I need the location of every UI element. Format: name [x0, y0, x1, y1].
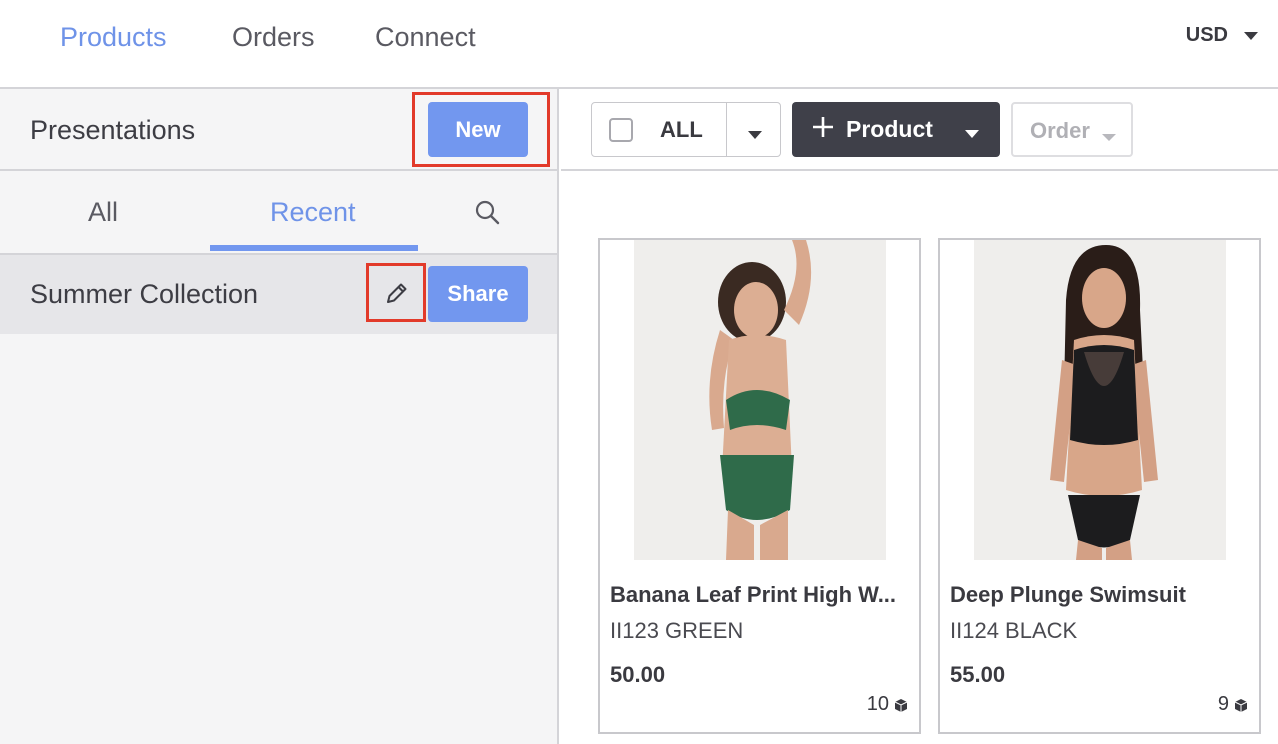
chevron-down-icon: [1244, 31, 1258, 40]
product-sku: II124 BLACK: [950, 618, 1078, 643]
product-image: [634, 240, 886, 560]
select-all-menu-button[interactable]: [748, 126, 762, 144]
stock-count: 10: [866, 693, 889, 715]
currency-label: USD: [1185, 24, 1228, 46]
tab-recent[interactable]: Recent: [270, 197, 356, 228]
box-icon: [1234, 698, 1248, 712]
presentation-row[interactable]: Summer Collection Share: [0, 253, 557, 334]
product-name: Banana Leaf Print High W...: [610, 582, 897, 607]
currency-selector[interactable]: USD: [1186, 24, 1258, 47]
product-menu-button[interactable]: [965, 125, 979, 143]
presentations-sidebar: Presentations New All Recent Summer Coll…: [0, 89, 559, 744]
highlight-box: [412, 92, 550, 167]
product-card[interactable]: Deep Plunge Swimsuit II124 BLACK 55.00 9: [938, 238, 1261, 734]
top-nav: Products Orders Connect USD: [0, 0, 1278, 89]
search-icon[interactable]: [474, 199, 502, 227]
active-tab-indicator: [210, 245, 418, 251]
product-name: Deep Plunge Swimsuit: [950, 582, 1186, 607]
checkbox-icon[interactable]: [609, 118, 633, 142]
product-image: [974, 240, 1226, 560]
chevron-down-icon: [1102, 128, 1116, 146]
highlight-box: [366, 263, 426, 322]
nav-orders[interactable]: Orders: [232, 22, 315, 53]
product-stock: 10: [867, 693, 909, 716]
product-stock: 9: [1218, 693, 1249, 716]
presentation-name: Summer Collection: [30, 279, 259, 309]
plus-icon: [813, 117, 833, 137]
add-product-button[interactable]: Product: [792, 102, 1000, 157]
chevron-down-icon: [965, 130, 979, 138]
add-product-label: Product: [846, 116, 933, 142]
tab-all[interactable]: All: [88, 197, 118, 228]
sidebar-header: Presentations New: [0, 89, 557, 171]
product-toolbar: ALL Product Order: [561, 89, 1278, 171]
select-all-dropdown: ALL: [591, 102, 781, 157]
share-button[interactable]: Share: [428, 266, 528, 322]
nav-connect[interactable]: Connect: [375, 22, 476, 53]
product-price: 50.00: [610, 662, 666, 687]
divider: [726, 103, 727, 156]
product-price: 55.00: [950, 662, 1006, 687]
order-button[interactable]: Order: [1011, 102, 1133, 157]
nav-products[interactable]: Products: [60, 22, 167, 53]
product-sku: II123 GREEN: [610, 618, 744, 643]
sidebar-title: Presentations: [30, 115, 196, 145]
product-card[interactable]: Banana Leaf Print High W... II123 GREEN …: [598, 238, 921, 734]
select-all-label: ALL: [660, 117, 703, 142]
box-icon: [894, 698, 908, 712]
stock-count: 9: [1217, 693, 1229, 715]
chevron-down-icon: [748, 131, 762, 139]
order-label: Order: [1030, 118, 1090, 143]
